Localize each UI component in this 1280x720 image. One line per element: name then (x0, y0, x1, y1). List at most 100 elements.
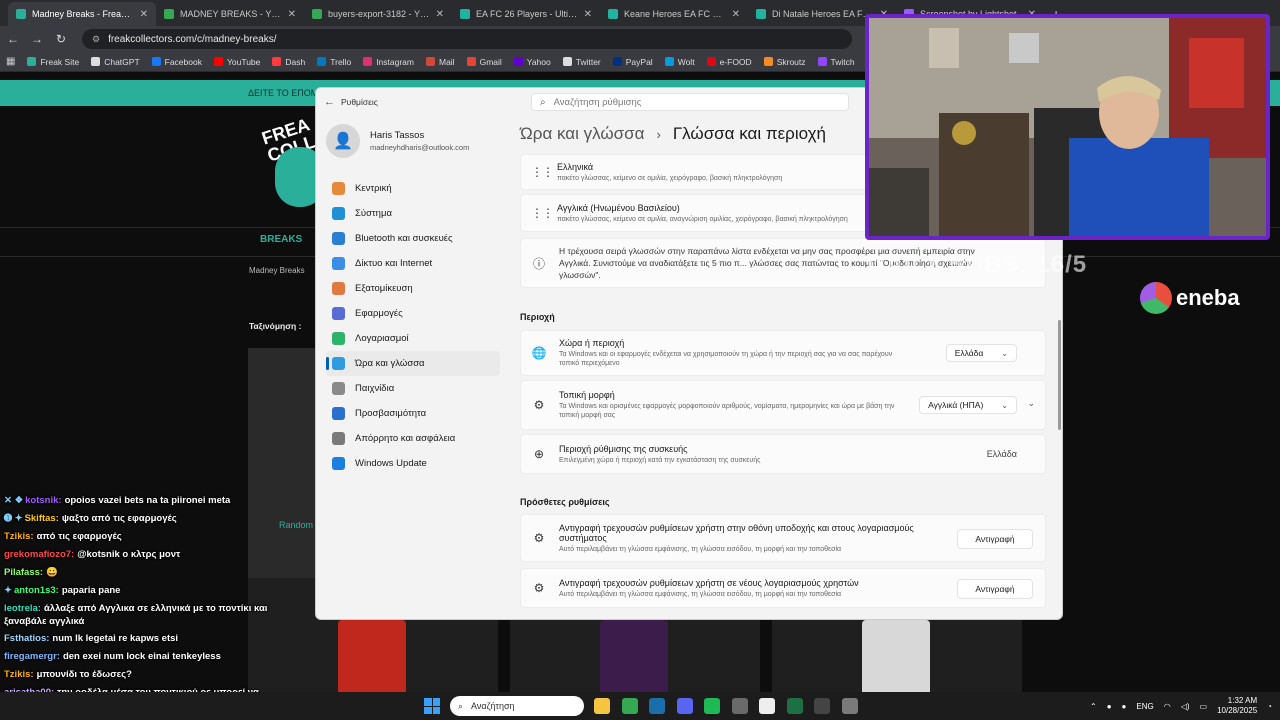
setting-title: Τοπική μορφή (559, 390, 615, 400)
bookmark-item[interactable]: ChatGPT (91, 57, 140, 67)
chat-text: den exei num lock einai tenkeyless (62, 651, 221, 662)
show-hidden-icons-icon[interactable]: ⌃ (1090, 702, 1097, 711)
bookmark-item[interactable]: Dash (272, 57, 305, 67)
chat-username: grekomafiozo7: (4, 549, 75, 560)
settings-nav-item[interactable]: Λογαριασμοί (326, 326, 500, 351)
settings-nav-item[interactable]: Κεντρική (326, 176, 500, 201)
tray-icon[interactable]: ● (1122, 702, 1127, 711)
bookmark-item[interactable]: Gmail (466, 57, 502, 67)
bookmark-item[interactable]: Yahoo (513, 57, 551, 67)
reload-icon[interactable]: ↻ (54, 32, 68, 46)
obs-icon[interactable] (814, 698, 830, 714)
drag-handle-icon[interactable]: ⋮⋮ (531, 165, 554, 179)
scrollbar[interactable] (1058, 320, 1061, 430)
chat-message: ➊ ✦ Skiftas: ψαξτο από τις εφαρμογές (0, 510, 300, 528)
bookmark-item[interactable]: Mail (425, 57, 455, 67)
bookmark-item[interactable]: Instagram (363, 57, 414, 67)
steam-icon[interactable] (649, 698, 665, 714)
settings-nav-item[interactable]: Προσβασιμότητα (326, 401, 500, 426)
settings-nav-item[interactable]: Windows Update (326, 451, 500, 476)
settings-nav-item[interactable]: Παιχνίδια (326, 376, 500, 401)
battery-icon[interactable]: ▭ (1200, 702, 1208, 711)
file-explorer-icon[interactable] (594, 698, 610, 714)
bookmark-item[interactable]: Trello (317, 57, 351, 67)
notifications-icon[interactable]: ◔ (1267, 702, 1272, 711)
site-info-icon[interactable]: ⚙ (92, 34, 100, 45)
setting-title: Αντιγραφή τρεχουσών ρυθμίσεων χρήστη σε … (559, 577, 859, 588)
clock[interactable]: 1:32 AM 10/28/2025 (1217, 696, 1257, 716)
browser-tab[interactable]: Madney Breaks - Freak Collect ✕ (8, 2, 156, 26)
bookmark-item[interactable]: e-FOOD (706, 57, 752, 67)
close-icon[interactable]: ✕ (140, 9, 148, 20)
chrome-icon[interactable] (621, 698, 638, 714)
bookmark-item[interactable]: Twitter (562, 57, 601, 67)
volume-icon[interactable]: ◁) (1181, 702, 1190, 711)
bookmark-item[interactable]: Twitch (817, 57, 855, 67)
bookmark-item[interactable]: Facebook (151, 57, 202, 67)
settings-nav-item[interactable]: Ώρα και γλώσσα (326, 351, 500, 376)
close-icon[interactable]: ✕ (732, 9, 740, 20)
copy-button[interactable]: Αντιγραφή (957, 579, 1033, 599)
wifi-icon[interactable]: ◠ (1164, 702, 1171, 711)
language-indicator[interactable]: ENG (1136, 702, 1153, 711)
bookmark-item[interactable]: PayPal (612, 57, 653, 67)
country-dropdown[interactable]: Ελλάδα ⌄ (945, 344, 1017, 362)
close-icon[interactable]: ✕ (436, 9, 444, 20)
browser-tab[interactable]: EA FC 26 Players - Ultimate Te ✕ (452, 2, 600, 26)
spotify-icon[interactable] (704, 698, 720, 714)
back-arrow-icon[interactable]: ← (6, 32, 20, 46)
settings-nav-item[interactable]: Bluetooth και συσκευές (326, 226, 500, 251)
window-title-bar: ← Ρυθμίσεις (324, 96, 378, 108)
chat-username: Tzikis: (4, 531, 34, 542)
bookmark-item[interactable]: Skroutz (763, 57, 806, 67)
browser-tab[interactable]: buyers-export-3182 - Υπολογι ✕ (304, 2, 452, 26)
tab-favicon-icon (16, 9, 26, 19)
browser-tab[interactable]: MADNEY BREAKS - Υπολογιστ ✕ (156, 2, 304, 26)
info-icon: ⓘ (532, 256, 545, 271)
close-icon[interactable]: ✕ (288, 9, 296, 20)
xbox-icon[interactable] (731, 698, 748, 714)
chat-text: από τις εφαρμογές (36, 531, 122, 542)
setting-description: Τα Windows και ορισμένες εφαρμογές μορφο… (559, 403, 895, 419)
nav-label: Δίκτυο και Internet (355, 258, 433, 269)
copy-button[interactable]: Αντιγραφή (957, 529, 1033, 549)
discord-icon[interactable] (676, 698, 693, 714)
nav-category-icon (332, 407, 345, 420)
tray-icon[interactable]: ● (1107, 702, 1112, 711)
breadcrumb-parent[interactable]: Ώρα και γλώσσα (520, 124, 644, 146)
settings-nav-item[interactable]: Σύστημα (326, 201, 500, 226)
bookmarks-grid-icon[interactable]: ▦ (6, 56, 15, 67)
settings-nav-item[interactable]: Εξατομίκευση (326, 276, 500, 301)
back-arrow-icon[interactable]: ← (324, 96, 335, 108)
drag-handle-icon[interactable]: ⋮⋮ (531, 206, 554, 220)
bookmark-item[interactable]: Freak Site (27, 57, 79, 67)
nav-label: Κεντρική (355, 183, 392, 194)
url-bar[interactable]: ⚙ freakcollectors.com/c/madney-breaks/ (82, 29, 852, 49)
site-breadcrumb[interactable]: Madney Breaks (249, 266, 305, 275)
nav-category-icon (332, 357, 345, 370)
browser-tab[interactable]: Keane Heroes EA FC 26 - 86 - F ✕ (600, 2, 748, 26)
settings-nav-item[interactable]: Εφαρμογές (326, 301, 500, 326)
forward-arrow-icon[interactable]: → (30, 32, 44, 46)
capcut-icon[interactable] (759, 698, 775, 714)
product-box-image (600, 620, 668, 692)
section-heading: Πρόσθετες ρυθμίσεις (520, 497, 610, 507)
user-profile[interactable]: 👤 Haris Tassos madneyhdharis@outlook.com (326, 124, 469, 158)
excel-icon[interactable] (786, 698, 803, 714)
settings-nav-item[interactable]: Απόρρητο και ασφάλεια (326, 426, 500, 451)
site-nav-breaks[interactable]: BREAKS (260, 234, 302, 245)
chat-username: firegamergr: (4, 651, 60, 662)
settings-nav-item[interactable]: Δίκτυο και Internet (326, 251, 500, 276)
settings-icon[interactable] (841, 698, 858, 714)
regional-format-card[interactable]: ⚙ Τοπική μορφή Τα Windows και ορισμένες … (520, 380, 1046, 430)
regional-format-dropdown[interactable]: Αγγλικά (ΗΠΑ) ⌄ (919, 396, 1017, 414)
sort-label: Ταξινόμηση : (249, 321, 302, 331)
expand-chevron-icon[interactable]: ⌄ (1027, 398, 1035, 409)
settings-search-input[interactable]: ⌕ Αναζήτηση ρύθμισης (531, 93, 849, 111)
taskbar-search[interactable]: ⌕ Αναζήτηση (450, 696, 584, 716)
bookmark-item[interactable]: YouTube (213, 57, 260, 67)
close-icon[interactable]: ✕ (584, 9, 592, 20)
bookmark-item[interactable]: Wolt (664, 57, 695, 67)
start-icon[interactable] (424, 698, 440, 714)
clock-date: 10/28/2025 (1217, 706, 1258, 715)
